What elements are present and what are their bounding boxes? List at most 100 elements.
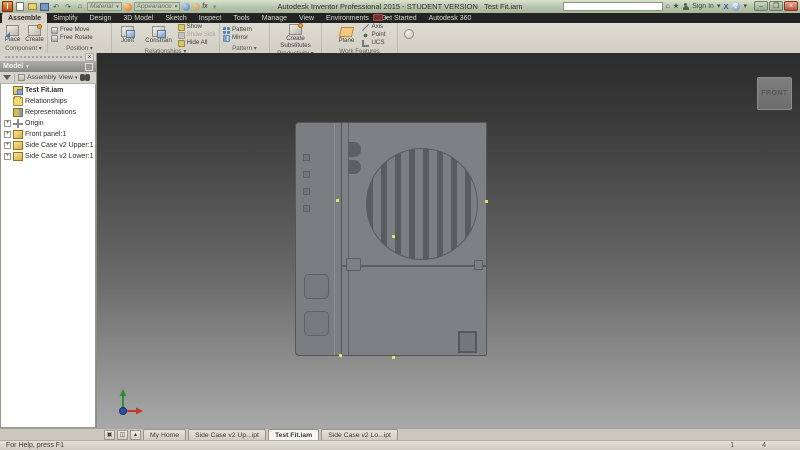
hide-all-button[interactable]: Hide All	[178, 40, 216, 47]
search-help-icon[interactable]: ⌂	[666, 3, 670, 10]
tree-item[interactable]: + Side Case v2 Lower:1	[1, 151, 95, 162]
free-rotate-button[interactable]: Free Rotate	[51, 35, 93, 42]
tree-item-icon	[13, 108, 23, 117]
material-dropdown[interactable]: Material▾	[87, 2, 122, 11]
ribbon-tab[interactable]: View	[293, 13, 320, 23]
restore-button[interactable]: ❐	[769, 1, 783, 11]
appearance-sphere-icon[interactable]	[182, 3, 190, 11]
filter-icon[interactable]	[3, 75, 11, 80]
status-bar: For Help, press F1 14	[0, 440, 800, 450]
pattern-panel-caption[interactable]: Pattern ▾	[220, 45, 269, 53]
position-panel-caption[interactable]: Position ▾	[48, 45, 111, 53]
browser-close-icon[interactable]: ×	[85, 53, 94, 61]
home-button[interactable]: ⌂	[75, 2, 85, 11]
adjust-appearance-icon[interactable]	[192, 3, 200, 11]
help-dropdown-icon[interactable]: ▾	[743, 2, 747, 10]
tree-item[interactable]: Test Fit.iam	[1, 85, 95, 96]
show-button[interactable]: Show	[178, 24, 216, 31]
free-move-button[interactable]: Free Move	[51, 27, 90, 34]
user-account-icon[interactable]	[682, 3, 689, 10]
exchange-apps-icon[interactable]: X	[723, 2, 728, 11]
browser-pin-icon[interactable]	[85, 63, 93, 71]
close-button[interactable]: ×	[784, 1, 798, 11]
create-substitutes-button[interactable]: Create Substitutes	[273, 24, 318, 49]
screencast-icon[interactable]	[373, 14, 383, 21]
redo-button[interactable]: ↷	[63, 2, 73, 11]
assembly-view-dropdown[interactable]: Assembly View ▾	[18, 74, 77, 81]
hide-all-icon	[178, 40, 185, 47]
new-file-button[interactable]	[15, 2, 25, 11]
inventor-logo-icon[interactable]: I	[2, 1, 13, 12]
tree-expand-icon[interactable]: +	[4, 131, 11, 138]
drag-grip-icon[interactable]	[5, 56, 82, 58]
appearance-dropdown[interactable]: Appearance▾	[134, 2, 181, 11]
place-button[interactable]: Place	[3, 25, 22, 44]
document-tab[interactable]: Side Case v2 Lo...ipt	[321, 429, 398, 440]
browser-dock-strip[interactable]: ×	[0, 53, 96, 61]
model-browser-panel: × Model ▾ Assembly View ▾ Test Fit.iam	[0, 53, 97, 428]
ucs-button[interactable]: UCS	[362, 40, 385, 47]
viewcube[interactable]: FRONT	[757, 77, 792, 110]
tree-item[interactable]: Relationships	[1, 96, 95, 107]
tree-expand-icon[interactable]: +	[4, 153, 11, 160]
tree-item[interactable]: + Side Case v2 Upper:1	[1, 140, 95, 151]
show-sick-button[interactable]: Show Sick	[178, 32, 216, 39]
browser-title-dropdown-icon[interactable]: ▾	[26, 64, 29, 70]
ribbon-tab[interactable]: 3D Model	[117, 13, 159, 23]
model-fan-vent[interactable]	[366, 148, 478, 260]
document-tab[interactable]: Test Fit.iam	[268, 429, 319, 440]
viewport-canvas[interactable]: FRONT	[97, 53, 800, 428]
pattern-button[interactable]: Pattern	[223, 27, 252, 34]
undo-button[interactable]: ↶	[51, 2, 61, 11]
toolbar-separator	[14, 74, 15, 82]
cascade-windows-icon[interactable]: ▣	[104, 430, 115, 440]
tree-expand-icon[interactable]: +	[4, 142, 11, 149]
plane-button[interactable]: Plane	[333, 27, 359, 45]
favorites-star-icon[interactable]: ★	[673, 2, 679, 10]
measure-button[interactable]: ▾	[210, 2, 220, 11]
search-input[interactable]	[563, 2, 663, 11]
ribbon-tab[interactable]: Inspect	[193, 13, 228, 23]
place-icon	[6, 25, 19, 36]
tree-item-label: Front panel:1	[25, 131, 66, 138]
component-panel-caption[interactable]: Component ▾	[0, 45, 47, 53]
create-button[interactable]: Create	[25, 25, 44, 44]
constrain-button[interactable]: Constrain	[143, 26, 175, 45]
help-icon[interactable]: ?	[731, 2, 740, 11]
tree-item[interactable]: Representations	[1, 107, 95, 118]
screencast-dropdown-icon[interactable]: ▾	[385, 15, 388, 21]
sign-in-button[interactable]: Sign In	[692, 3, 714, 10]
tree-item-icon	[13, 97, 23, 106]
joint-button[interactable]: Joint	[116, 26, 140, 45]
material-sphere-icon[interactable]	[124, 3, 132, 11]
ribbon-tab[interactable]: Simplify	[47, 13, 84, 23]
find-binoculars-icon[interactable]	[80, 74, 90, 81]
tree-item[interactable]: + Origin	[1, 118, 95, 129]
model-io-cutout	[458, 331, 477, 353]
constrain-icon	[152, 26, 165, 37]
document-tab[interactable]: My Home	[143, 429, 186, 440]
ribbon-tab[interactable]: Autodesk 360	[423, 13, 478, 23]
point-button[interactable]: Point	[362, 32, 385, 39]
parameters-fx-button[interactable]: fx	[202, 3, 207, 10]
status-help-text: For Help, press F1	[6, 442, 64, 449]
ribbon-tab[interactable]: Tools	[227, 13, 255, 23]
ribbon-tab[interactable]: Sketch	[159, 13, 192, 23]
open-file-button[interactable]	[27, 2, 37, 11]
mirror-button[interactable]: Mirror	[223, 35, 248, 42]
expand-tabs-button[interactable]: ▴	[130, 430, 141, 440]
minimize-button[interactable]: –	[754, 1, 768, 11]
ribbon-appearance-toggle-icon[interactable]	[404, 29, 414, 39]
ribbon-tab[interactable]: Manage	[256, 13, 293, 23]
browser-toolbar: Assembly View ▾	[0, 72, 96, 84]
ribbon-tab[interactable]: Assemble	[2, 13, 47, 23]
tree-item[interactable]: + Front panel:1	[1, 129, 95, 140]
save-button[interactable]	[39, 2, 49, 11]
sign-in-dropdown-icon[interactable]: ▾	[717, 2, 721, 10]
browser-header[interactable]: Model ▾	[0, 61, 96, 72]
tile-windows-icon[interactable]: ◫	[117, 430, 128, 440]
document-tab[interactable]: Side Case v2 Up...ipt	[188, 429, 266, 440]
axis-button[interactable]: Axis	[362, 24, 385, 31]
tree-expand-icon[interactable]: +	[4, 120, 11, 127]
ribbon-tab[interactable]: Design	[84, 13, 118, 23]
